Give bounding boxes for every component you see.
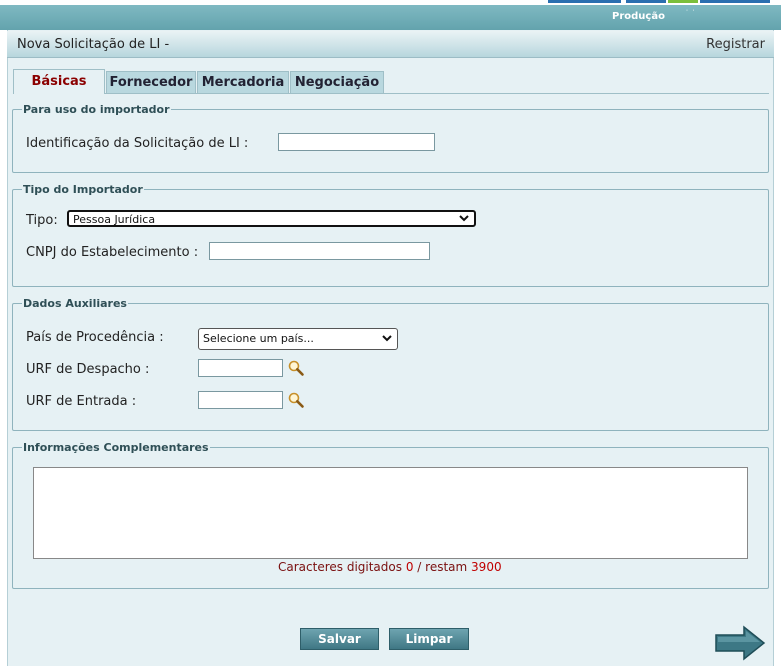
chevron-down-icon: [382, 332, 392, 347]
register-link[interactable]: Registrar: [706, 37, 765, 52]
environment-dots: ˙ ˙: [685, 9, 696, 18]
counter-prefix: Caracteres digitados: [278, 560, 402, 574]
request-id-input[interactable]: [278, 133, 435, 151]
country-value: Selecione um país...: [203, 332, 314, 345]
cnpj-label: CNPJ do Estabelecimento :: [26, 245, 199, 260]
tab-basicas[interactable]: Básicas: [13, 69, 105, 94]
environment-label: Produção: [612, 11, 665, 22]
complementary-textarea[interactable]: [33, 467, 748, 559]
next-arrow-icon[interactable]: [714, 625, 766, 661]
tab-fornecedor[interactable]: Fornecedor: [106, 71, 196, 93]
remaining-count: 3900: [471, 560, 502, 574]
character-counter: Caracteres digitados 0 / restam 3900: [278, 560, 502, 574]
urf-entry-input[interactable]: [198, 391, 283, 409]
complementary-legend: Informações Complementares: [23, 441, 209, 454]
magnifier-icon[interactable]: [287, 359, 305, 377]
chevron-down-icon: [459, 212, 469, 227]
clear-button[interactable]: Limpar: [389, 628, 469, 650]
tab-panel-border: [105, 93, 769, 94]
country-label: País de Procedência :: [26, 330, 164, 345]
importer-type-section: Tipo do Importador: [12, 183, 769, 287]
type-label: Tipo:: [26, 213, 58, 228]
top-color-mark: [626, 0, 666, 3]
urf-dispatch-input[interactable]: [198, 359, 283, 377]
counter-mid: / restam: [417, 560, 468, 574]
importer-type-select[interactable]: Pessoa Jurídica: [67, 210, 476, 227]
aux-data-legend: Dados Auxiliares: [23, 297, 127, 310]
typed-count: 0: [405, 560, 414, 574]
top-color-mark: [700, 0, 770, 3]
tab-mercadoria[interactable]: Mercadoria: [197, 71, 289, 93]
page-header: Nova Solicitação de LI - Registrar: [7, 31, 774, 58]
importer-type-legend: Tipo do Importador: [23, 183, 143, 196]
tab-negociacao[interactable]: Negociação: [290, 71, 384, 93]
top-color-mark: [668, 0, 698, 3]
urf-dispatch-label: URF de Despacho :: [26, 362, 150, 377]
top-color-mark: [548, 0, 621, 3]
importer-type-value: Pessoa Jurídica: [73, 213, 156, 226]
page-title: Nova Solicitação de LI -: [17, 37, 170, 52]
request-id-label: Identificação da Solicitação de LI :: [26, 136, 249, 151]
urf-entry-label: URF de Entrada :: [26, 394, 137, 409]
top-bar: Produção ˙ ˙: [0, 0, 781, 30]
cnpj-input[interactable]: [209, 242, 430, 260]
magnifier-icon[interactable]: [287, 391, 305, 409]
country-select[interactable]: Selecione um país...: [198, 328, 398, 350]
save-button[interactable]: Salvar: [300, 628, 379, 650]
importer-use-legend: Para uso do importador: [23, 103, 170, 116]
